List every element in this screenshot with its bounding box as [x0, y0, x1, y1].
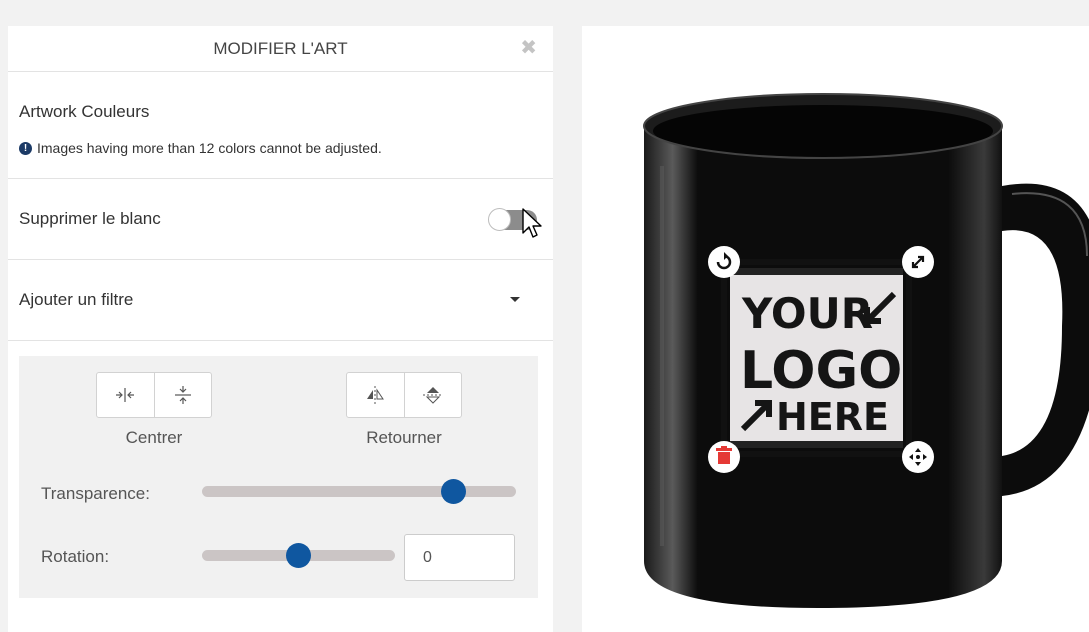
mouse-cursor-icon — [522, 208, 542, 238]
rotation-input[interactable]: 0 — [404, 534, 515, 581]
rotate-handle[interactable] — [708, 246, 740, 278]
panel-header: MODIFIER L'ART ✖ — [8, 26, 553, 72]
mug-preview: YOUR LOGO HERE — [643, 93, 1089, 608]
product-preview: YOUR LOGO HERE — [582, 26, 1089, 632]
add-filter-label: Ajouter un filtre — [19, 290, 134, 309]
artwork-colors-section: Artwork Couleurs ! Images having more th… — [8, 72, 553, 179]
flip-vertical-button[interactable] — [403, 373, 462, 417]
flip-label: Retourner — [366, 428, 442, 447]
caret-down-icon — [510, 297, 520, 302]
transparency-slider[interactable] — [202, 486, 516, 497]
panel-title: MODIFIER L'ART — [213, 39, 348, 58]
rotation-slider-thumb[interactable] — [286, 543, 311, 568]
flip-button-group — [346, 372, 462, 418]
add-filter-dropdown[interactable]: Ajouter un filtre — [8, 260, 553, 341]
resize-handle[interactable] — [902, 246, 934, 278]
artwork-colors-info: ! Images having more than 12 colors cann… — [19, 140, 382, 156]
center-vertical-button[interactable] — [153, 373, 212, 417]
toggle-knob — [488, 208, 511, 231]
transform-tools: Centrer Retourner Transparence: Rotation… — [19, 356, 538, 598]
info-text: Images having more than 12 colors cannot… — [37, 140, 382, 156]
logo-line-3: HERE — [776, 395, 889, 439]
move-handle[interactable] — [902, 441, 934, 473]
rotation-label: Rotation: — [41, 547, 110, 566]
center-vertical-icon — [174, 386, 191, 404]
remove-white-label: Supprimer le blanc — [19, 209, 161, 228]
flip-horizontal-icon — [367, 386, 385, 404]
flip-vertical-icon — [422, 387, 443, 404]
info-icon: ! — [19, 141, 32, 155]
mug-handle — [1002, 183, 1089, 496]
logo-line-2: LOGO — [740, 341, 902, 401]
remove-white-section: Supprimer le blanc — [8, 179, 553, 260]
delete-icon — [716, 446, 732, 464]
center-label: Centrer — [125, 428, 183, 447]
flip-horizontal-button[interactable] — [347, 373, 404, 417]
delete-handle[interactable] — [708, 441, 740, 473]
center-button-group — [96, 372, 212, 418]
close-icon[interactable]: ✖ — [520, 26, 537, 71]
artwork-colors-title: Artwork Couleurs — [19, 102, 150, 121]
transparency-label: Transparence: — [41, 484, 150, 503]
center-horizontal-button[interactable] — [97, 373, 154, 417]
logo-line-1: YOUR — [741, 289, 873, 338]
center-horizontal-icon — [116, 388, 135, 402]
logo-artwork: YOUR LOGO HERE — [721, 259, 912, 457]
transparency-slider-thumb[interactable] — [440, 479, 466, 504]
edit-art-panel: MODIFIER L'ART ✖ Artwork Couleurs ! Imag… — [8, 26, 553, 632]
